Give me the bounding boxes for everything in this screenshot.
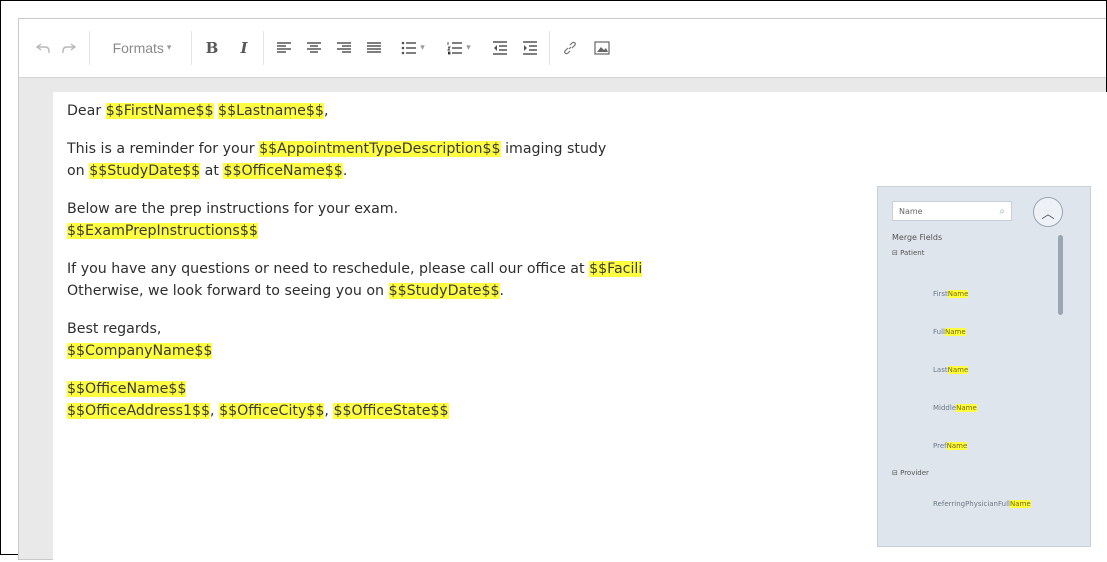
text: Below are the prep instructions for your… — [67, 201, 399, 217]
bullet-list-dropdown[interactable]: ▾ — [393, 35, 433, 61]
merge-fields-title: Merge Fields — [892, 233, 943, 242]
image-icon[interactable] — [589, 35, 615, 61]
toolbar-separator — [549, 31, 550, 65]
item-match: Name — [944, 328, 966, 336]
toolbar-separator — [89, 31, 90, 65]
merge-field-office-state: $$OfficeState$$ — [333, 403, 449, 419]
chevron-up-icon: ︿ — [1041, 206, 1055, 222]
indent-icon[interactable] — [517, 35, 543, 61]
merge-field-office-name: $$OfficeName$$ — [67, 381, 187, 397]
formats-label: Formats — [112, 40, 164, 56]
italic-button[interactable]: I — [233, 35, 255, 61]
text: Dear — [67, 103, 106, 119]
merge-field-item[interactable]: LastName — [933, 366, 969, 374]
chevron-down-icon: ▾ — [420, 43, 425, 53]
text: . — [499, 283, 505, 299]
merge-field-appointment-type: $$AppointmentTypeDescription$$ — [259, 141, 501, 157]
merge-fields-panel: Name ⌕ ︿ Merge Fields ⊟ Patient FirstNam… — [877, 186, 1091, 547]
toolbar-separator — [191, 31, 192, 65]
numbered-list-dropdown[interactable]: ▾ — [439, 35, 479, 61]
align-left-icon[interactable] — [271, 35, 297, 61]
search-icon: ⌕ — [999, 206, 1005, 217]
reminder-paragraph: This is a reminder for your $$Appointmen… — [67, 138, 642, 182]
text: on — [67, 163, 90, 179]
collapse-icon: ⊟ — [892, 249, 898, 257]
merge-field-search-input[interactable]: Name ⌕ — [892, 201, 1012, 221]
item-match: Name — [947, 290, 969, 298]
text: Otherwise, we look forward to seeing you… — [67, 283, 389, 299]
text: imaging study — [500, 141, 607, 157]
merge-field-exam-prep: $$ExamPrepInstructions$$ — [67, 223, 258, 239]
tree-group-label: Patient — [900, 249, 925, 257]
item-prefix: Middle — [933, 404, 957, 412]
item-match: Name — [1009, 500, 1031, 508]
merge-field-office-name: $$OfficeName$$ — [223, 163, 343, 179]
merge-field-item[interactable]: FirstName — [933, 290, 969, 298]
formats-dropdown[interactable]: Formats ▾ — [97, 35, 187, 61]
merge-field-study-date: $$StudyDate$$ — [89, 163, 201, 179]
text: If you have any questions or need to res… — [67, 261, 590, 277]
item-prefix: Pref — [933, 442, 947, 450]
merge-field-item[interactable]: ReferringPhysicianFullName — [933, 500, 1031, 508]
merge-field-item[interactable]: FullName — [933, 328, 966, 336]
merge-field-company-name: $$CompanyName$$ — [67, 343, 213, 359]
tree-group-label: Provider — [900, 469, 929, 477]
merge-field-office-city: $$OfficeCity$$ — [219, 403, 325, 419]
redo-icon[interactable] — [59, 35, 79, 61]
bold-button[interactable]: B — [201, 35, 223, 61]
text: This is a reminder for your — [67, 141, 260, 157]
document-body[interactable]: Dear $$FirstName$$ $$Lastname$$, This is… — [67, 100, 643, 438]
collapse-panel-button[interactable]: ︿ — [1033, 197, 1063, 227]
merge-field-item[interactable]: PrefName — [933, 442, 968, 450]
text: Best regards, — [67, 321, 162, 337]
align-center-icon[interactable] — [301, 35, 327, 61]
align-right-icon[interactable] — [331, 35, 357, 61]
panel-scrollbar[interactable] — [1058, 235, 1063, 315]
text: . — [342, 163, 348, 179]
tree-group-provider[interactable]: ⊟ Provider — [892, 469, 929, 477]
chevron-down-icon: ▾ — [466, 43, 471, 53]
align-justify-icon[interactable] — [361, 35, 387, 61]
toolbar-separator — [263, 31, 264, 65]
prep-paragraph: Below are the prep instructions for your… — [67, 198, 642, 242]
merge-field-office-address: $$OfficeAddress1$$ — [67, 403, 211, 419]
item-match: Name — [956, 404, 977, 412]
item-prefix: First — [933, 290, 948, 298]
merge-field-first-name: $$FirstName$$ — [105, 103, 214, 119]
text: , — [210, 403, 220, 419]
merge-field-facility-phone: $$Facili — [589, 261, 643, 277]
collapse-icon: ⊟ — [892, 469, 898, 477]
merge-field-item[interactable]: MiddleName — [933, 404, 977, 412]
signoff-paragraph: Best regards, $$CompanyName$$ — [67, 318, 642, 362]
outdent-icon[interactable] — [487, 35, 513, 61]
undo-icon[interactable] — [33, 35, 53, 61]
item-match: Name — [946, 442, 968, 450]
text: , — [323, 103, 329, 119]
merge-field-last-name: $$Lastname$$ — [218, 103, 324, 119]
questions-paragraph: If you have any questions or need to res… — [67, 258, 643, 302]
search-value: Name — [899, 207, 923, 216]
chevron-down-icon: ▾ — [166, 43, 172, 53]
editor-toolbar: Formats ▾ B I ▾ ▾ — [19, 19, 1106, 78]
link-icon[interactable] — [557, 35, 583, 61]
item-prefix: Last — [933, 366, 948, 374]
item-prefix: Full — [933, 328, 945, 336]
greeting-line: Dear $$FirstName$$ $$Lastname$$, — [67, 100, 642, 122]
text: at — [200, 163, 224, 179]
tree-group-patient[interactable]: ⊟ Patient — [892, 249, 924, 257]
address-paragraph: $$OfficeName$$ $$OfficeAddress1$$, $$Offi… — [67, 378, 642, 422]
item-prefix: ReferringPhysicianFull — [933, 500, 1010, 508]
merge-field-study-date: $$StudyDate$$ — [388, 283, 500, 299]
item-match: Name — [947, 366, 969, 374]
